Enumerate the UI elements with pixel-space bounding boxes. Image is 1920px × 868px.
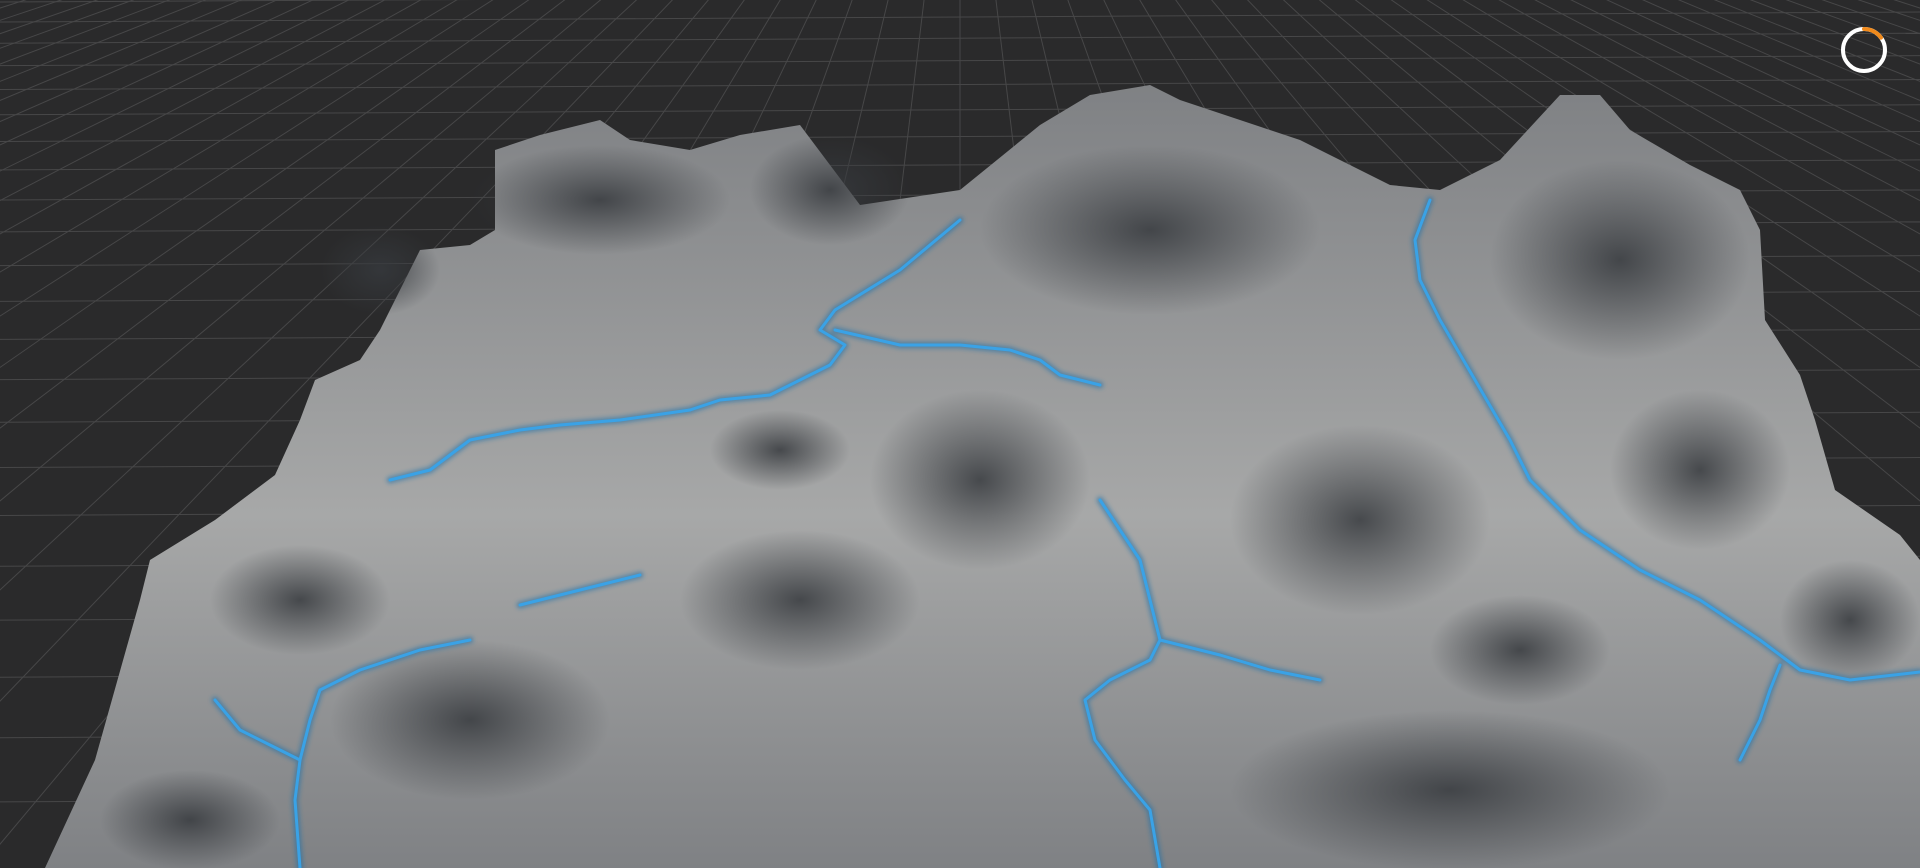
- terrain-mesh[interactable]: [0, 0, 1920, 868]
- 3d-viewport[interactable]: [0, 0, 1920, 868]
- loading-spinner-icon: [1841, 27, 1887, 73]
